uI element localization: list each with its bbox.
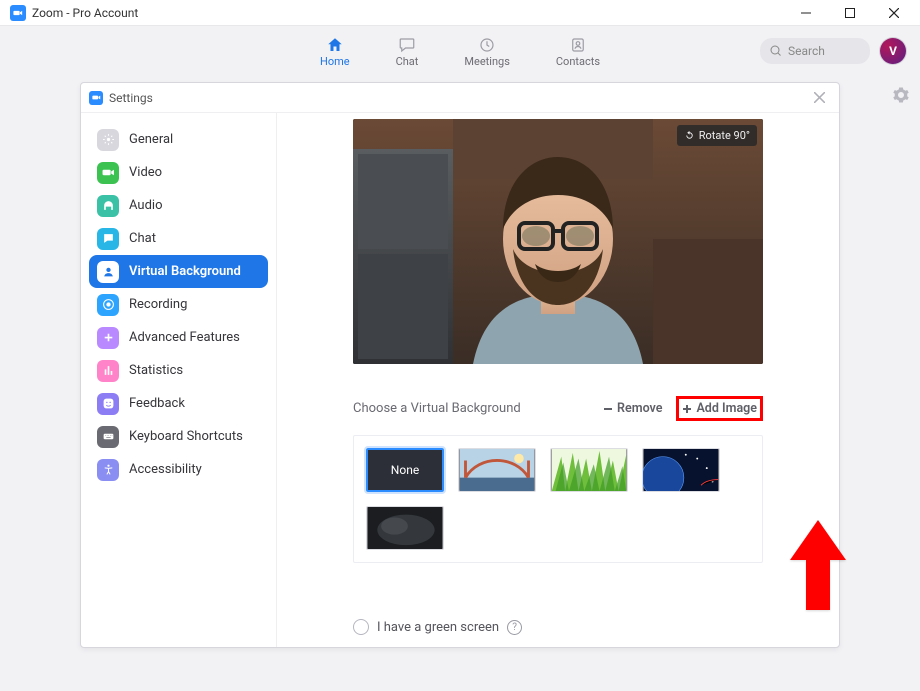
add-image-label: Add Image: [696, 401, 757, 416]
help-symbol: ?: [512, 622, 517, 633]
background-thumb-grass[interactable]: [550, 448, 628, 492]
accessibility-icon: [97, 459, 119, 481]
settings-sidebar: General Video Audio Chat Virtual Backgro…: [81, 113, 277, 647]
home-icon: [326, 35, 344, 55]
background-thumbnail-grid: None: [353, 435, 763, 563]
sidebar-item-label: Virtual Background: [129, 264, 241, 279]
zoom-app-icon: [89, 91, 103, 105]
sidebar-item-feedback[interactable]: Feedback: [89, 387, 268, 420]
record-icon: [97, 294, 119, 316]
settings-title: Settings: [109, 91, 153, 105]
nav-label: Home: [320, 55, 350, 68]
settings-titlebar: Settings: [81, 83, 839, 113]
sidebar-item-accessibility[interactable]: Accessibility: [89, 453, 268, 486]
sidebar-item-statistics[interactable]: Statistics: [89, 354, 268, 387]
nav-label: Contacts: [556, 55, 600, 68]
search-input[interactable]: Search: [760, 38, 870, 64]
sidebar-item-chat[interactable]: Chat: [89, 222, 268, 255]
rotate-label: Rotate 90°: [699, 129, 750, 142]
window-title: Zoom - Pro Account: [32, 6, 138, 20]
none-label: None: [391, 463, 419, 477]
add-image-button[interactable]: Add Image: [676, 396, 763, 421]
settings-window: Settings General Video Audio Chat Virtua…: [80, 82, 840, 648]
plus-icon: [682, 404, 692, 414]
sidebar-item-advanced-features[interactable]: Advanced Features: [89, 321, 268, 354]
sidebar-item-audio[interactable]: Audio: [89, 189, 268, 222]
rotate-icon: [684, 130, 695, 141]
nav-label: Chat: [396, 55, 419, 68]
sidebar-item-video[interactable]: Video: [89, 156, 268, 189]
chat-icon: [398, 35, 416, 55]
sidebar-item-label: Audio: [129, 198, 162, 213]
sidebar-item-label: Accessibility: [129, 462, 202, 477]
titlebar: Zoom - Pro Account: [0, 0, 920, 26]
sidebar-item-label: Video: [129, 165, 162, 180]
background-thumb-space[interactable]: [642, 448, 720, 492]
keyboard-icon: [97, 426, 119, 448]
background-thumb-bridge[interactable]: [458, 448, 536, 492]
avatar-initial: V: [889, 44, 897, 58]
virtual-background-heading: Choose a Virtual Background: [353, 401, 521, 416]
main-toolbar: Home Chat Meetings Contacts Search V: [0, 26, 920, 76]
help-icon[interactable]: ?: [507, 620, 522, 635]
video-preview: Rotate 90°: [353, 119, 763, 364]
remove-background-button[interactable]: Remove: [599, 398, 666, 419]
search-icon: [770, 45, 782, 57]
bars-icon: [97, 360, 119, 382]
sidebar-item-recording[interactable]: Recording: [89, 288, 268, 321]
gear-icon: [97, 129, 119, 151]
sidebar-item-keyboard-shortcuts[interactable]: Keyboard Shortcuts: [89, 420, 268, 453]
settings-gear-button[interactable]: [892, 86, 910, 108]
minus-icon: [603, 404, 613, 414]
nav-contacts[interactable]: Contacts: [544, 31, 612, 72]
sidebar-item-general[interactable]: General: [89, 123, 268, 156]
sidebar-item-label: Recording: [129, 297, 187, 312]
sidebar-item-virtual-background[interactable]: Virtual Background: [89, 255, 268, 288]
sidebar-item-label: Statistics: [129, 363, 183, 378]
nav-home[interactable]: Home: [308, 31, 362, 72]
profile-avatar[interactable]: V: [880, 38, 906, 64]
background-thumb-none[interactable]: None: [366, 448, 444, 492]
settings-main-panel: Rotate 90° Choose a Virtual Background R…: [277, 113, 839, 647]
nav-chat[interactable]: Chat: [384, 31, 431, 72]
settings-close-button[interactable]: [807, 86, 831, 110]
search-placeholder: Search: [788, 44, 825, 58]
nav-meetings[interactable]: Meetings: [452, 31, 521, 72]
window-close-button[interactable]: [872, 0, 916, 26]
sidebar-item-label: Keyboard Shortcuts: [129, 429, 243, 444]
zoom-app-icon: [10, 5, 26, 21]
remove-label: Remove: [617, 401, 662, 416]
sidebar-item-label: General: [129, 132, 173, 147]
contact-icon: [569, 35, 587, 55]
window-minimize-button[interactable]: [784, 0, 828, 26]
smile-icon: [97, 393, 119, 415]
gear-icon: [892, 86, 910, 104]
video-icon: [97, 162, 119, 184]
window-maximize-button[interactable]: [828, 0, 872, 26]
user-icon: [97, 261, 119, 283]
rotate-90-button[interactable]: Rotate 90°: [677, 125, 757, 146]
sidebar-item-label: Chat: [129, 231, 156, 246]
green-screen-checkbox[interactable]: [353, 619, 369, 635]
plus-icon: [97, 327, 119, 349]
headphones-icon: [97, 195, 119, 217]
sidebar-item-label: Feedback: [129, 396, 185, 411]
chatbubble-icon: [97, 228, 119, 250]
background-thumb-dark[interactable]: [366, 506, 444, 550]
green-screen-label: I have a green screen: [377, 620, 499, 635]
nav-label: Meetings: [464, 55, 509, 68]
webcam-illustration: [353, 119, 763, 364]
sidebar-item-label: Advanced Features: [129, 330, 240, 345]
clock-icon: [478, 35, 496, 55]
